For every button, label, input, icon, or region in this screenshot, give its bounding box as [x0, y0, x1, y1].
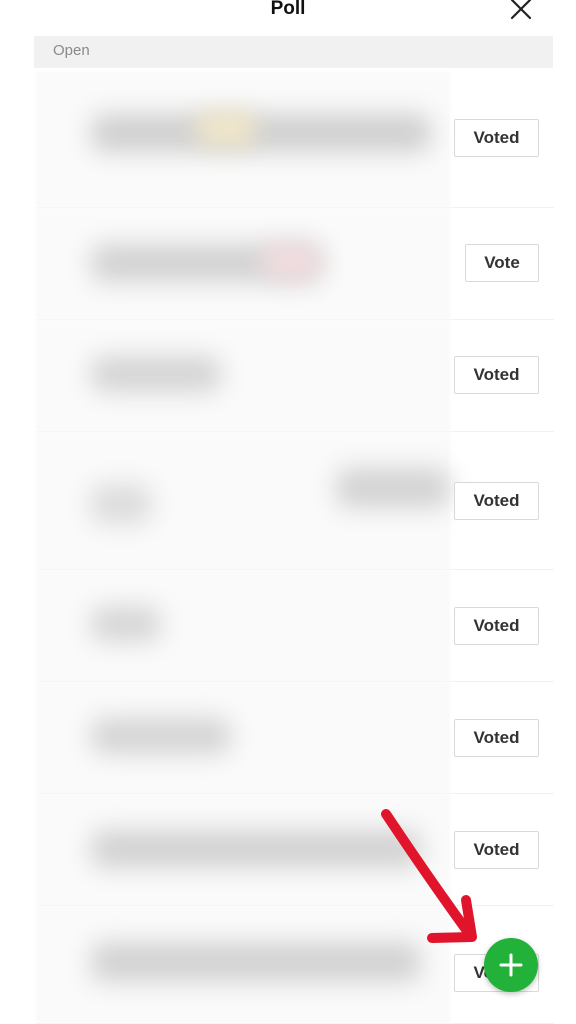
voted-button[interactable]: Voted [454, 482, 539, 520]
poll-row[interactable]: Voted [36, 682, 554, 794]
poll-content-blurred [36, 570, 450, 681]
section-label: Open [53, 42, 90, 59]
poll-row[interactable]: Voted [36, 432, 554, 570]
plus-icon [499, 953, 523, 977]
poll-row[interactable]: Voted [36, 320, 554, 432]
add-poll-button[interactable] [484, 938, 538, 992]
voted-button[interactable]: Voted [454, 831, 539, 869]
poll-content-blurred [36, 432, 450, 569]
poll-row[interactable]: Voted [36, 570, 554, 682]
close-icon[interactable] [508, 0, 534, 22]
poll-content-blurred [36, 208, 450, 319]
voted-button[interactable]: Voted [454, 356, 539, 394]
vote-button[interactable]: Vote [465, 244, 539, 282]
poll-content-blurred [36, 682, 450, 793]
poll-content-blurred [36, 320, 450, 431]
poll-row[interactable]: Voted [36, 794, 554, 906]
voted-button[interactable]: Voted [454, 719, 539, 757]
voted-button[interactable]: Voted [454, 119, 539, 157]
poll-content-blurred [36, 794, 450, 905]
poll-row[interactable]: Voted [36, 906, 554, 1024]
header: Poll [0, 0, 576, 34]
poll-row[interactable]: Voted [36, 72, 554, 208]
poll-list: Voted Vote Voted Voted Voted Voted Voted [0, 72, 576, 1024]
poll-content-blurred [36, 906, 450, 1023]
poll-content-blurred [36, 72, 450, 207]
section-header-open: Open [34, 36, 553, 68]
page-title: Poll [270, 0, 306, 19]
poll-row[interactable]: Vote [36, 208, 554, 320]
voted-button[interactable]: Voted [454, 607, 539, 645]
